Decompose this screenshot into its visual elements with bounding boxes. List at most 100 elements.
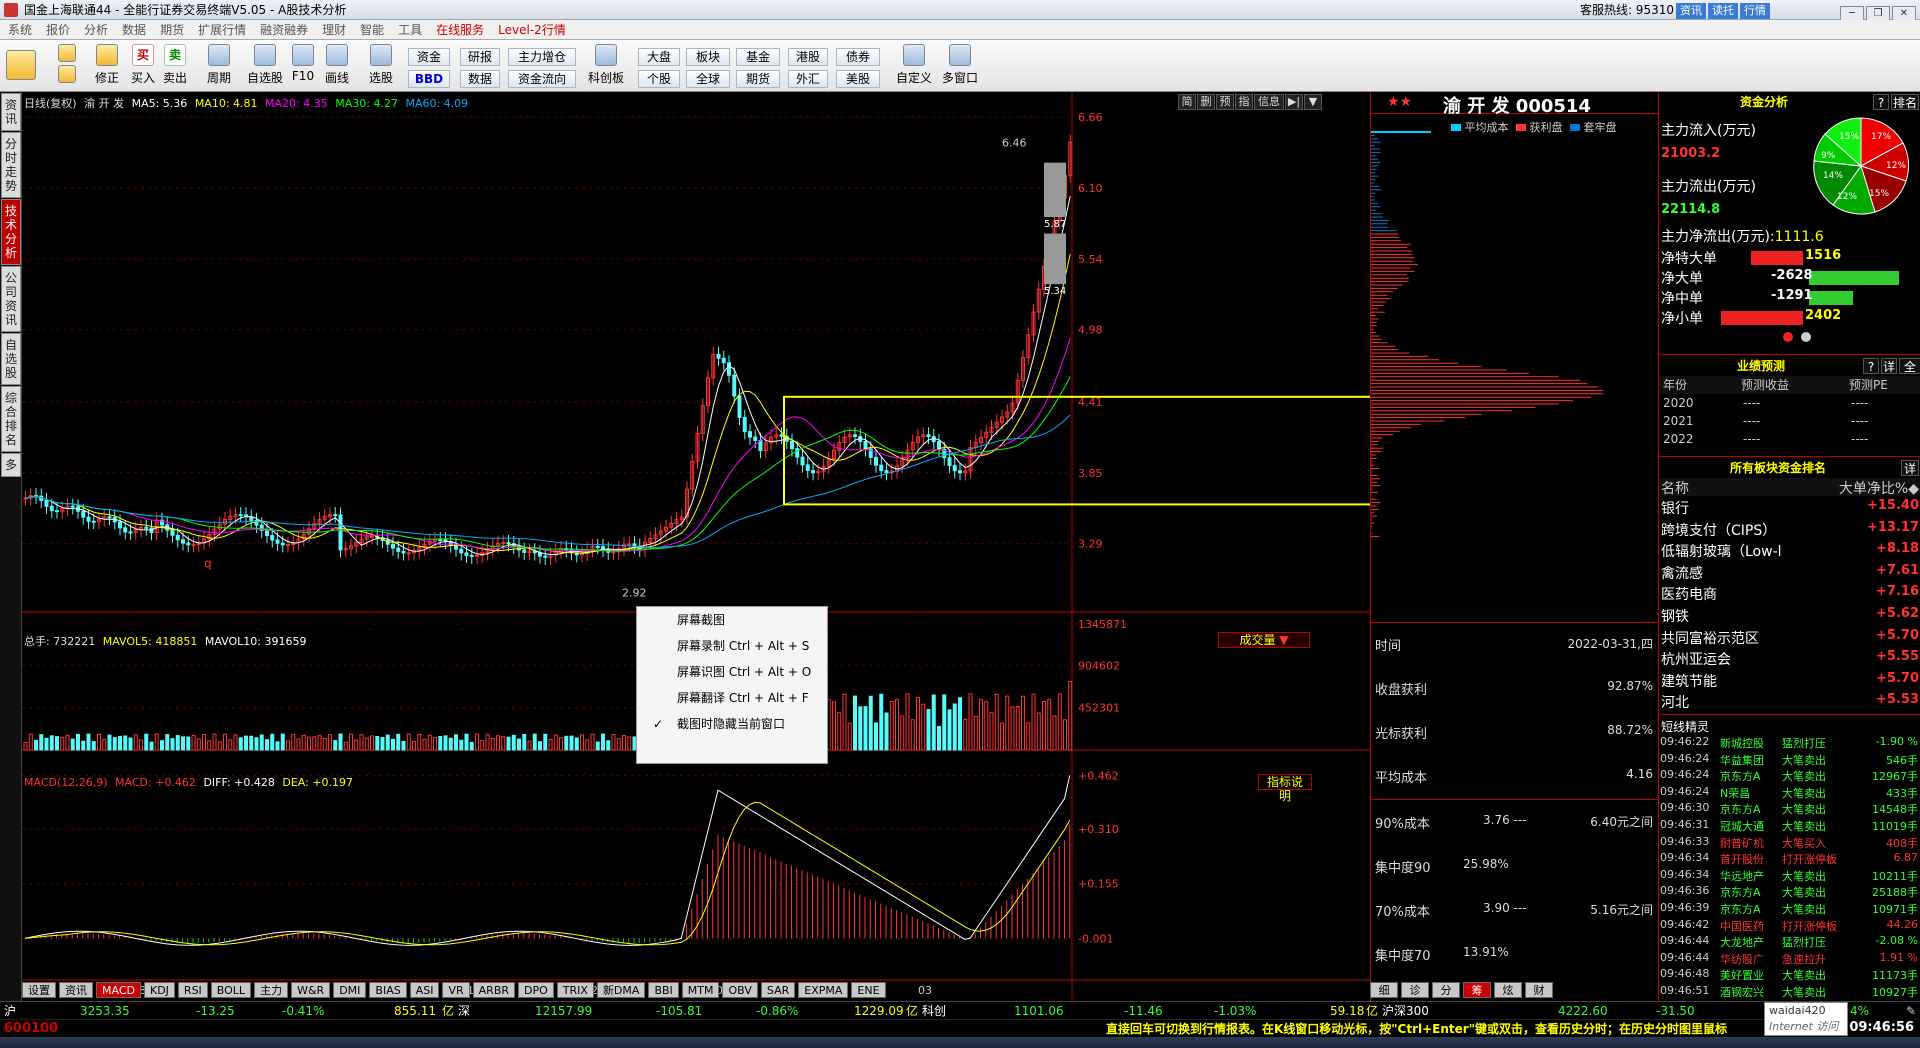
tb-main-add[interactable]: 主力增仓 [508, 48, 576, 66]
indicator-tab[interactable]: EXPMA [798, 982, 848, 998]
sector-detail-button[interactable]: 详 [1901, 460, 1919, 476]
tb-research[interactable]: 研报 [460, 48, 500, 66]
trade-alert-row[interactable]: 09:46:33 耐普矿机 大笔买入 408手 [1658, 835, 1920, 852]
revise-button[interactable]: 修正 [90, 44, 124, 90]
volume-indicator-select[interactable]: 成交量 ▼ [1218, 632, 1310, 648]
indicator-tab[interactable]: ARBR [473, 982, 515, 998]
indicator-tab[interactable]: BIAS [369, 982, 406, 998]
menu-wealth[interactable]: 理财 [322, 23, 346, 37]
sector-row[interactable]: 共同富裕示范区 +5.70 [1659, 628, 1920, 649]
trade-alert-row[interactable]: 09:46:44 大龙地产 猛烈打压 -2.08 % [1658, 934, 1920, 951]
trade-alert-row[interactable]: 09:46:30 京东方A 大笔卖出 14548手 [1658, 801, 1920, 818]
menu-system[interactable]: 系统 [8, 23, 32, 37]
trade-alert-row[interactable]: 09:46:22 新城控股 猛烈打压 -1.90 % [1658, 735, 1920, 752]
indicator-tab[interactable]: DMI [333, 982, 366, 998]
tb-fund[interactable]: 基金 [736, 48, 780, 66]
sector-row[interactable]: 钢铁 +5.62 [1659, 606, 1920, 627]
draw-line-button[interactable]: 画线 [320, 44, 354, 90]
star-market-button[interactable]: 科创板 [586, 44, 626, 90]
tb-market[interactable]: 大盘 [638, 48, 680, 66]
tb-fund-flow[interactable]: 资金流向 [508, 70, 576, 88]
trade-alert-row[interactable]: 09:46:39 京东方A 大笔卖出 10971手 [1658, 901, 1920, 918]
page-dot-active[interactable] [1783, 332, 1793, 342]
page-dot[interactable] [1801, 332, 1811, 342]
sector-head-name[interactable]: 名称 [1661, 478, 1689, 498]
forecast-help-button[interactable]: ? [1863, 358, 1879, 374]
tb-fx[interactable]: 外汇 [788, 70, 828, 88]
stock-picker-button[interactable]: 选股 [364, 44, 398, 90]
indicator-tab[interactable]: RSI [178, 982, 208, 998]
indicator-tab[interactable]: TRIX [557, 982, 594, 998]
tb-bbd[interactable]: BBD [408, 70, 450, 88]
sector-head-ratio[interactable]: 大单净比%◆ [1839, 478, 1919, 498]
trade-alert-row[interactable]: 09:46:34 首开股份 打开涨停板 6.87 [1658, 851, 1920, 868]
sector-row[interactable]: 医药电商 +7.16 [1659, 584, 1920, 605]
title-btn-news[interactable]: 资讯 [1676, 3, 1706, 19]
indicator-tab[interactable]: BBI [648, 982, 678, 998]
menu-margin[interactable]: 融资融券 [260, 23, 308, 37]
tb-single[interactable]: 个股 [638, 70, 680, 88]
forecast-all-button[interactable]: 全部 [1899, 358, 1920, 374]
chip-tab[interactable]: 筹 [1463, 982, 1491, 998]
tb-bond[interactable]: 债券 [836, 48, 880, 66]
ctx-hide-window[interactable]: ✓ 截图时隐藏当前窗口 [637, 711, 827, 737]
vtab-more[interactable]: 多 [1, 453, 21, 477]
indicator-tab[interactable]: 设置 [22, 982, 56, 998]
indicator-tab[interactable]: ENE [851, 982, 885, 998]
tool-info[interactable]: 信息 [1254, 94, 1284, 110]
sell-button[interactable]: 卖卖出 [158, 44, 192, 90]
buy-button[interactable]: 买买入 [126, 44, 160, 90]
indicator-tab[interactable]: SAR [761, 982, 795, 998]
trade-alert-row[interactable]: 09:46:24 华益集团 大笔卖出 546手 [1658, 752, 1920, 769]
sector-row[interactable]: 银行 +15.40 [1659, 498, 1920, 519]
ctx-record[interactable]: 屏幕录制 Ctrl + Alt + S [637, 633, 827, 659]
vtab-news[interactable]: 资讯 [1, 93, 21, 131]
menu-tools[interactable]: 工具 [398, 23, 422, 37]
chip-tab[interactable]: 诊 [1401, 982, 1429, 998]
fund-rank-button[interactable]: 排名 [1891, 94, 1919, 110]
indicator-tab[interactable]: MTM [682, 982, 720, 998]
indicator-tab[interactable]: 新DMA [597, 982, 646, 998]
title-btn-trade[interactable]: 读托 [1708, 3, 1738, 19]
kline-svg[interactable]: 6.66 6.10 5.54 4.98 4.41 3.85 3.29 1345871 90460… [22, 92, 1370, 1000]
watchlist-button[interactable]: 自选股 [244, 44, 286, 90]
tool-forecast[interactable]: 预 [1216, 94, 1234, 110]
trade-alert-row[interactable]: 09:46:48 美好置业 大笔卖出 11173手 [1658, 967, 1920, 984]
f10-button[interactable]: F10 [286, 44, 320, 90]
page-up-button[interactable] [56, 44, 78, 90]
indicator-tab[interactable]: VR [442, 982, 469, 998]
trade-alert-row[interactable]: 09:46:24 N荣昌 大笔卖出 433手 [1658, 785, 1920, 802]
ctx-recognize[interactable]: 屏幕识图 Ctrl + Alt + O [637, 659, 827, 685]
vtab-minute[interactable]: 分时走势 [1, 132, 21, 198]
menu-online[interactable]: 在线服务 [436, 23, 484, 37]
indicator-tab[interactable]: W&R [291, 982, 330, 998]
pen-tool-icon[interactable]: ✎ [1906, 1002, 1916, 1020]
trade-alert-row[interactable]: 09:46:36 京东方A 大笔卖出 25188手 [1658, 884, 1920, 901]
trade-alert-row[interactable]: 09:46:31 冠城大通 大笔卖出 11019手 [1658, 818, 1920, 835]
tb-sector[interactable]: 板块 [686, 48, 730, 66]
vtab-watch[interactable]: 自选股 [1, 333, 21, 385]
title-btn-quote[interactable]: 行情 [1740, 3, 1770, 19]
menu-futures[interactable]: 期货 [160, 23, 184, 37]
indicator-tab[interactable]: MACD [96, 982, 141, 998]
indicator-tab[interactable]: OBV [722, 982, 757, 998]
ticker-code[interactable]: 600100 [4, 1020, 58, 1038]
chip-tab[interactable]: 炫 [1494, 982, 1522, 998]
custom-button[interactable]: 自定义 [892, 44, 936, 90]
network-popup[interactable]: waidai420 Internet 访问 [1764, 1002, 1848, 1036]
menu-data[interactable]: 数据 [122, 23, 146, 37]
chip-tab[interactable]: 分 [1432, 982, 1460, 998]
sector-row[interactable]: 跨境支付（CIPS） +13.17 [1659, 520, 1920, 541]
multi-window-button[interactable]: 多窗口 [938, 44, 982, 90]
sector-row[interactable]: 低辐射玻璃（Low-l +8.18 [1659, 541, 1920, 562]
tool-simple[interactable]: 简 [1178, 94, 1196, 110]
indicator-tab[interactable]: ASI [410, 982, 440, 998]
tb-futures[interactable]: 期货 [736, 70, 780, 88]
vtab-company[interactable]: 公司资讯 [1, 266, 21, 332]
chip-histogram[interactable] [1371, 112, 1657, 542]
sector-row[interactable]: 建筑节能 +5.70 [1659, 671, 1920, 692]
trade-alert-row[interactable]: 09:46:34 华远地产 大笔卖出 10211手 [1658, 868, 1920, 885]
indicator-tab[interactable]: DPO [518, 982, 554, 998]
sector-row[interactable]: 杭州亚运会 +5.55 [1659, 649, 1920, 670]
tb-data[interactable]: 数据 [460, 70, 500, 88]
